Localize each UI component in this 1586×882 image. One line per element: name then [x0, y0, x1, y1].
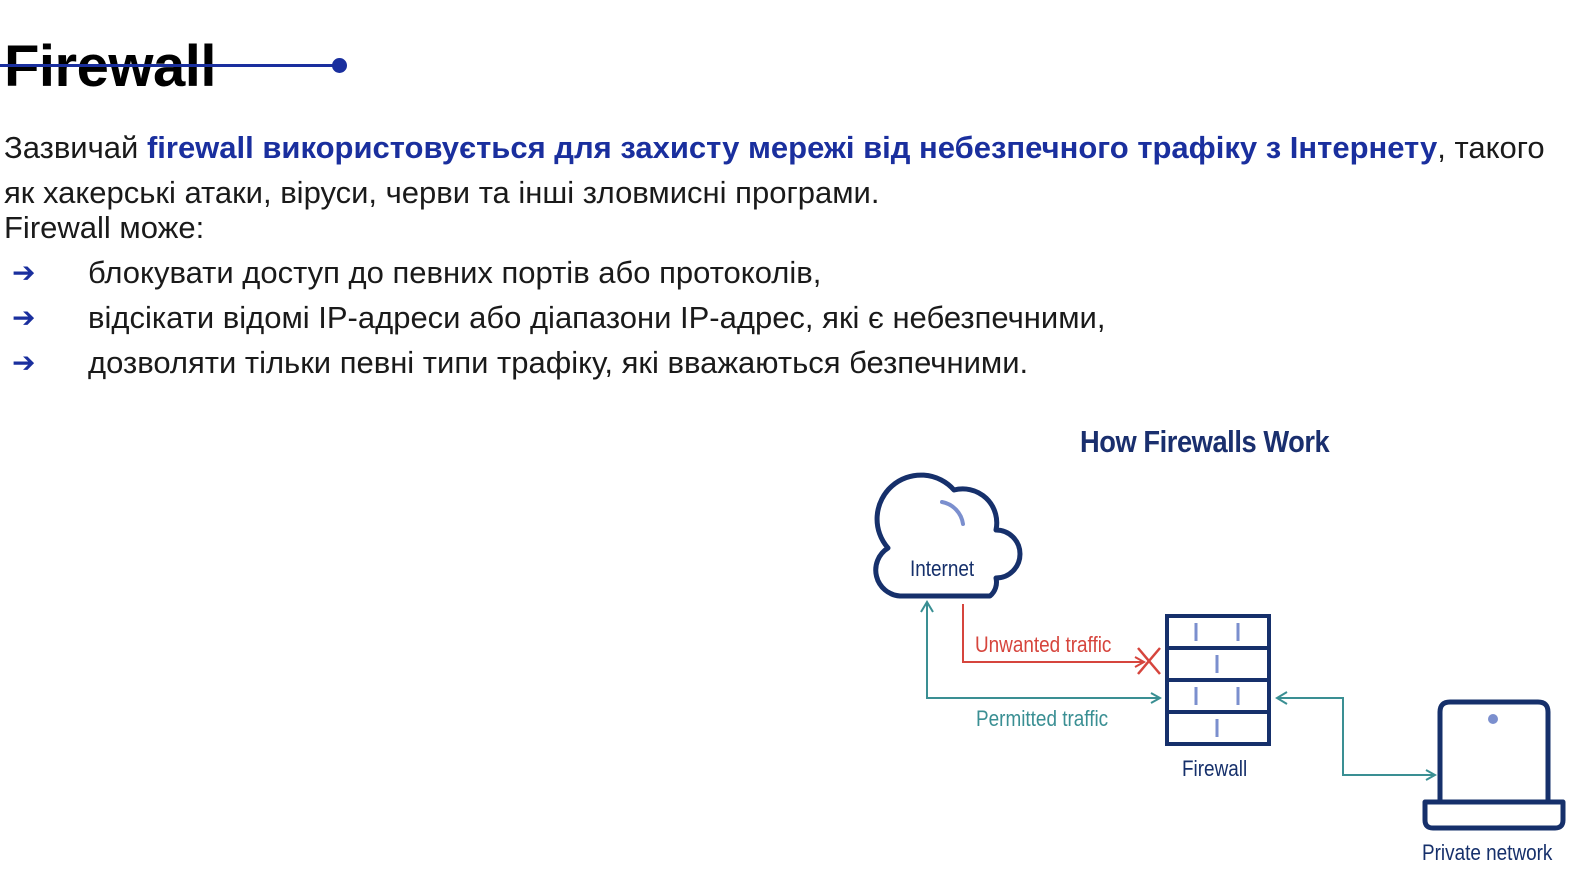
title-underline — [0, 64, 340, 67]
diagram-graphic — [873, 472, 1566, 831]
firewall-diagram: How Firewalls Work Internet Unwanted tra… — [860, 420, 1580, 880]
intro-prefix: Зазвичай — [4, 130, 147, 165]
permitted-traffic-label: Permitted traffic — [976, 706, 1109, 731]
list-item-text: відсікати відомі IP-адреси або діапазони… — [88, 300, 1106, 335]
internet-label: Internet — [910, 556, 975, 581]
title-underline-dot — [332, 58, 347, 73]
list-item-text: блокувати доступ до певних портів або пр… — [88, 255, 822, 290]
private-network-label: Private network — [1422, 840, 1553, 865]
arrow-right-icon: ➔ — [12, 256, 36, 289]
intro-paragraph: Зазвичай firewall використовується для з… — [4, 125, 1574, 215]
intro-highlight: firewall використовується для захисту ме… — [146, 130, 1438, 165]
capabilities-lead: Firewall може: — [4, 210, 205, 245]
firewall-label: Firewall — [1182, 756, 1248, 781]
arrow-right-icon: ➔ — [12, 301, 36, 334]
arrow-right-icon: ➔ — [12, 346, 36, 379]
list-item-text: дозволяти тільки певні типи трафіку, які… — [88, 345, 1029, 380]
private-link-arrow — [1277, 697, 1435, 775]
brick-wall-icon — [1165, 614, 1271, 746]
laptop-icon — [1422, 699, 1566, 831]
unwanted-traffic-label: Unwanted traffic — [975, 632, 1112, 657]
diagram-title: How Firewalls Work — [1080, 424, 1330, 459]
